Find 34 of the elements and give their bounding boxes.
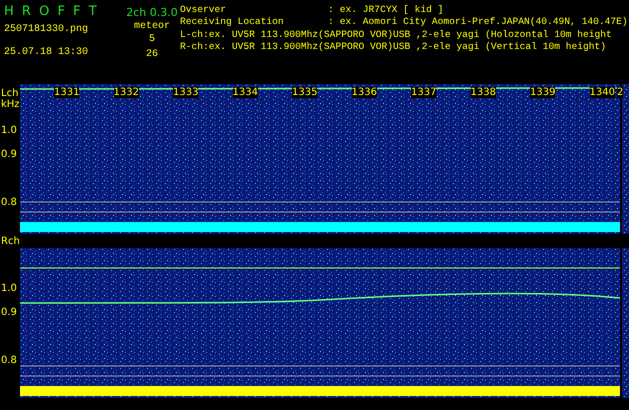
time-label: 1333 [173,87,198,98]
time-label: 1338 [470,87,496,98]
tick-label: 0.8 [1,196,17,208]
channel-label: Rch [1,236,20,247]
info-line: R-ch:ex. UV5R 113.900Mhz(SAPPORO VOR)USB ,2-ele yagi (Vertical 10m height) [180,40,608,54]
unit-label: kHz [1,99,20,110]
time-label: 1336 [352,87,377,98]
time-label: 1337 [411,87,436,98]
time-label: 1339 [530,87,556,98]
info-line: L-ch:ex. UV5R 113.900Mhz(SAPPORO VOR)USB ,2-ele yagi (Holozontal 10m height [180,28,613,41]
info-value: ex. Aomori City Aomori-Pref.JAPAN(40.49N, 140.47E) [340,16,628,29]
file-name: 2507181330.png [4,24,90,35]
app-title: H R O F F T [4,4,99,20]
tick-label: 1.0 [1,124,17,136]
time-label: 1335 [292,87,318,98]
tick-label: 0.8 [1,354,17,366]
info-separator: : [328,16,334,29]
time-label: 1332 [114,87,139,98]
tick-label: 0.9 [1,148,17,160]
date-time: 25.07.18 13:30 [4,47,90,58]
meteor-count: 5 [148,34,155,45]
info-value: ex. JR7CYX [ kid ] [340,4,444,16]
info-label: Ovserver [180,4,228,16]
time-label: 1334 [232,87,258,98]
version-label: 2ch 0.3.0 [126,6,178,19]
meteor-count: 26 [146,49,158,60]
channel-label: Lch [1,88,18,99]
tick-label: 0.9 [1,306,17,318]
meteor-label: meteor [134,21,170,32]
time-label: 1331 [54,87,80,98]
time-label: 1340 [590,87,615,98]
info-label: Receiving Location [180,16,285,29]
info-separator: : [328,4,334,16]
tick-label: 1.0 [1,282,17,294]
